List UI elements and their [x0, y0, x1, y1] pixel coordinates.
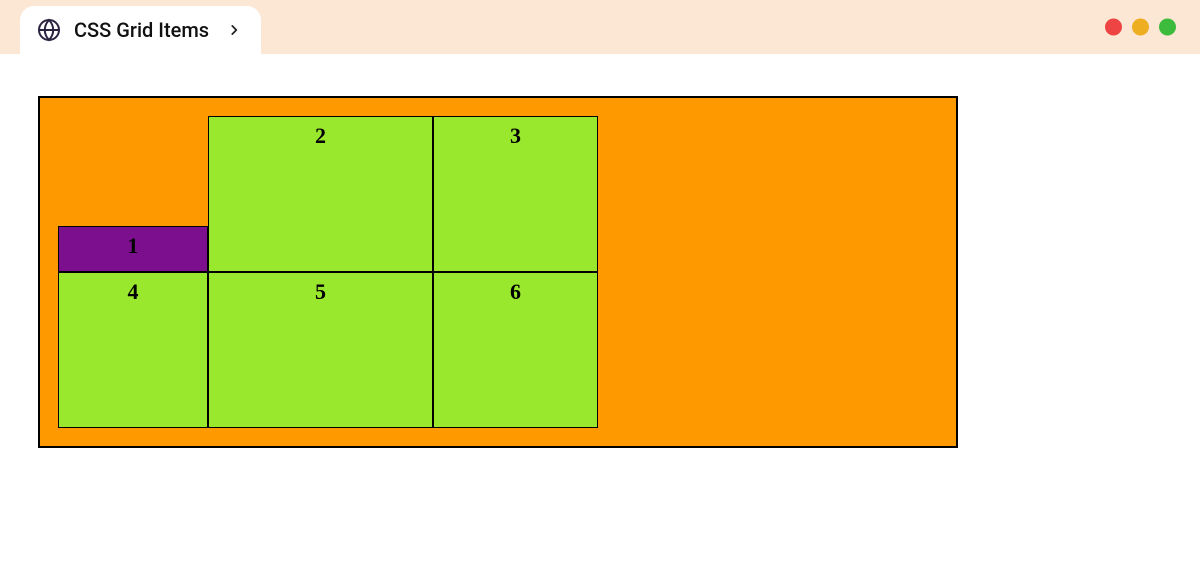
close-button[interactable]	[1105, 19, 1122, 36]
grid-item-5: 5	[208, 272, 433, 428]
tab-title: CSS Grid Items	[74, 18, 209, 42]
minimize-button[interactable]	[1132, 19, 1149, 36]
window-controls	[1105, 19, 1176, 36]
browser-tab[interactable]: CSS Grid Items	[20, 6, 261, 54]
chevron-right-icon	[225, 21, 243, 39]
grid-item-3: 3	[433, 116, 598, 272]
grid-inner: 2 3 4 5 6 1	[58, 116, 598, 428]
grid-item-2: 2	[208, 116, 433, 272]
grid-item-1: 1	[58, 226, 208, 272]
globe-icon	[36, 17, 62, 43]
grid-container: 2 3 4 5 6 1	[38, 96, 958, 448]
grid-item-4: 4	[58, 272, 208, 428]
grid-item-6: 6	[433, 272, 598, 428]
maximize-button[interactable]	[1159, 19, 1176, 36]
page-content: 2 3 4 5 6 1	[0, 54, 1200, 490]
titlebar: CSS Grid Items	[0, 0, 1200, 54]
